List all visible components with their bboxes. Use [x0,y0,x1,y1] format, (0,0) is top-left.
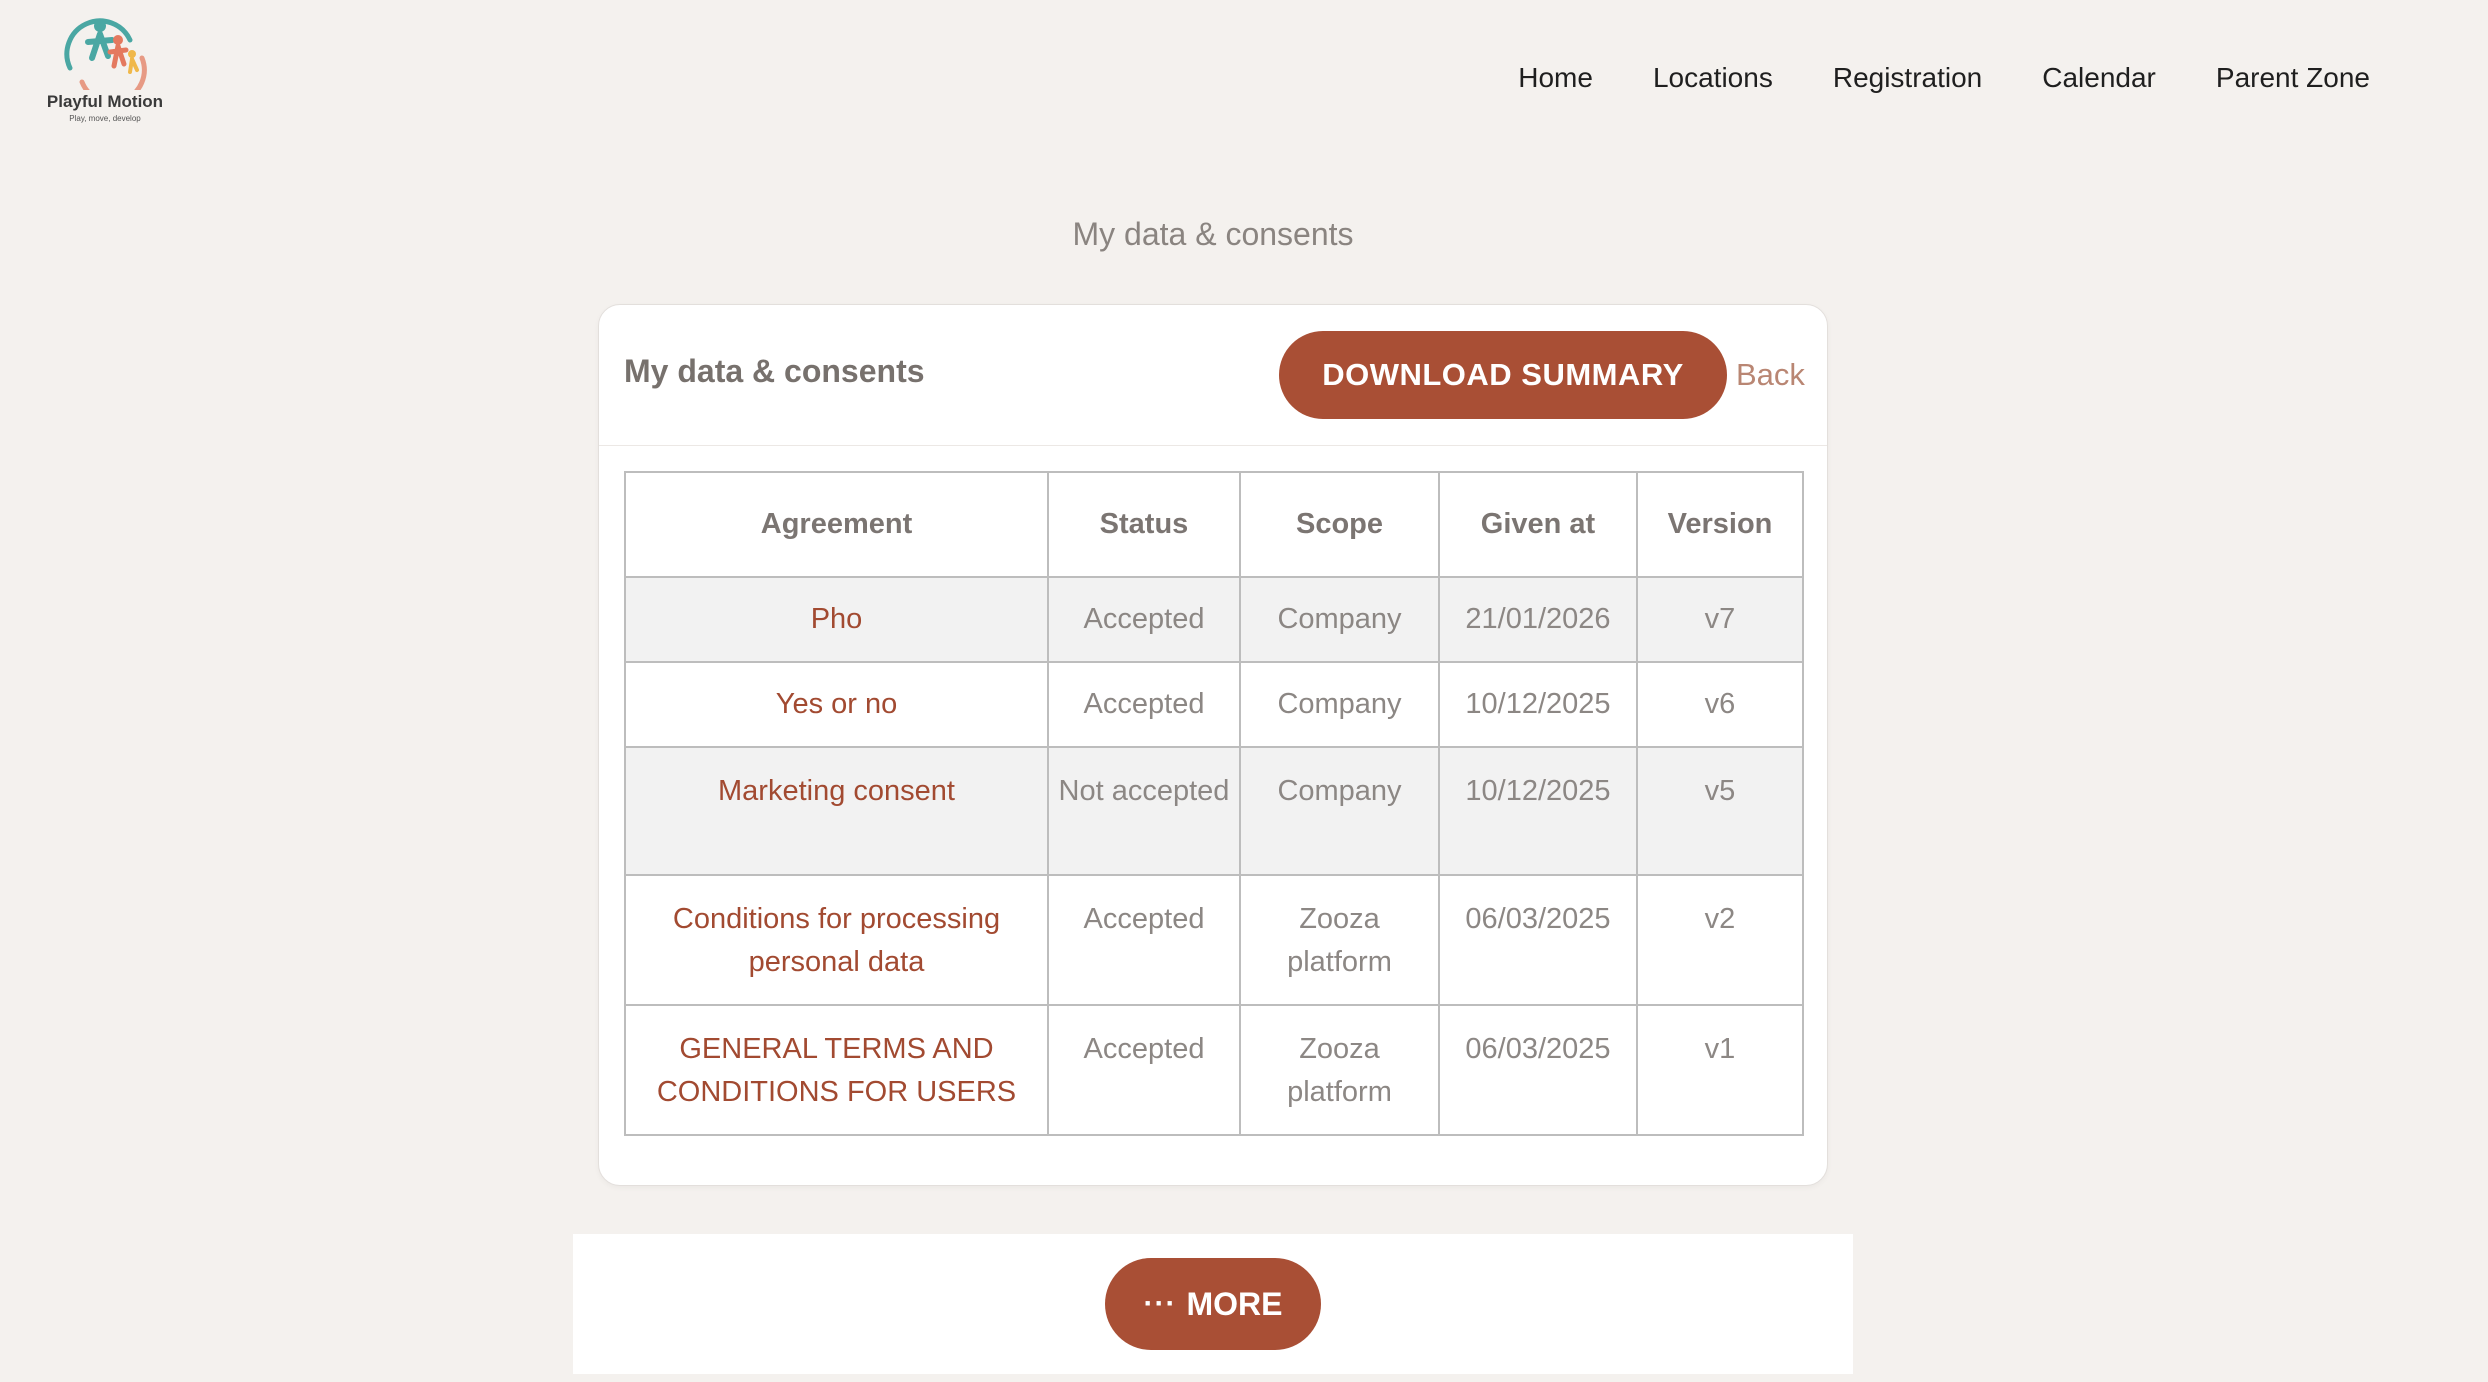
version-cell: v1 [1636,1004,1804,1136]
back-link[interactable]: Back [1736,357,1805,393]
header-agreement: Agreement [624,471,1049,578]
playful-motion-logo-icon [64,18,147,90]
given-at-cell: 21/01/2026 [1438,576,1638,663]
status-cell: Accepted [1047,576,1241,663]
download-summary-button[interactable]: DOWNLOAD SUMMARY [1279,331,1727,419]
brand-logo[interactable]: Playful Motion Play, move, develop [40,18,170,138]
nav-registration[interactable]: Registration [1833,62,1982,94]
brand-tagline: Play, move, develop [69,114,141,123]
site-header: Playful Motion Play, move, develop Home … [0,0,2488,160]
brand-name: Playful Motion [46,92,164,111]
given-at-cell: 10/12/2025 [1438,746,1638,876]
given-at-cell: 10/12/2025 [1438,661,1638,748]
given-at-cell: 06/03/2025 [1438,874,1638,1006]
status-cell: Accepted [1047,874,1241,1006]
consents-table: Agreement Status Scope Given at Version … [624,471,1804,1136]
scope-cell: Company [1239,576,1440,663]
table-row: Conditions for processing personal data … [624,874,1804,1006]
scope-cell: Zooza platform [1239,1004,1440,1136]
scope-cell: Company [1239,661,1440,748]
table-row: Yes or no Accepted Company 10/12/2025 v6 [624,661,1804,748]
agreement-link[interactable]: Pho [624,576,1049,663]
version-cell: v5 [1636,746,1804,876]
header-scope: Scope [1239,471,1440,578]
nav-calendar[interactable]: Calendar [2042,62,2156,94]
version-cell: v2 [1636,874,1804,1006]
page-title: My data & consents [1072,216,1354,252]
agreement-link[interactable]: Marketing consent [624,746,1049,876]
card-header: My data & consents DOWNLOAD SUMMARY Back [599,305,1827,446]
table-row: Pho Accepted Company 21/01/2026 v7 [624,576,1804,663]
status-cell: Not accepted [1047,746,1241,876]
header-version: Version [1636,471,1804,578]
agreement-link[interactable]: Yes or no [624,661,1049,748]
agreement-link[interactable]: Conditions for processing personal data [624,874,1049,1006]
status-cell: Accepted [1047,661,1241,748]
table-row: Marketing consent Not accepted Company 1… [624,746,1804,876]
header-status: Status [1047,471,1241,578]
nav-locations[interactable]: Locations [1653,62,1773,94]
scope-cell: Zooza platform [1239,874,1440,1006]
ellipsis-icon: ··· [1143,1287,1177,1320]
status-cell: Accepted [1047,1004,1241,1136]
agreement-link[interactable]: GENERAL TERMS AND CONDITIONS FOR USERS [624,1004,1049,1136]
more-panel: ··· MORE [573,1234,1853,1374]
scope-cell: Company [1239,746,1440,876]
card-title: My data & consents [624,353,925,389]
main-nav: Home Locations Registration Calendar Par… [1518,62,2370,94]
table-header-row: Agreement Status Scope Given at Version [624,471,1804,578]
more-label: MORE [1186,1285,1283,1322]
consents-card: My data & consents DOWNLOAD SUMMARY Back… [598,304,1828,1186]
version-cell: v7 [1636,576,1804,663]
more-button[interactable]: ··· MORE [1105,1258,1321,1350]
table-row: GENERAL TERMS AND CONDITIONS FOR USERS A… [624,1004,1804,1136]
version-cell: v6 [1636,661,1804,748]
nav-parent-zone[interactable]: Parent Zone [2216,62,2370,94]
nav-home[interactable]: Home [1518,62,1593,94]
given-at-cell: 06/03/2025 [1438,1004,1638,1136]
header-given-at: Given at [1438,471,1638,578]
